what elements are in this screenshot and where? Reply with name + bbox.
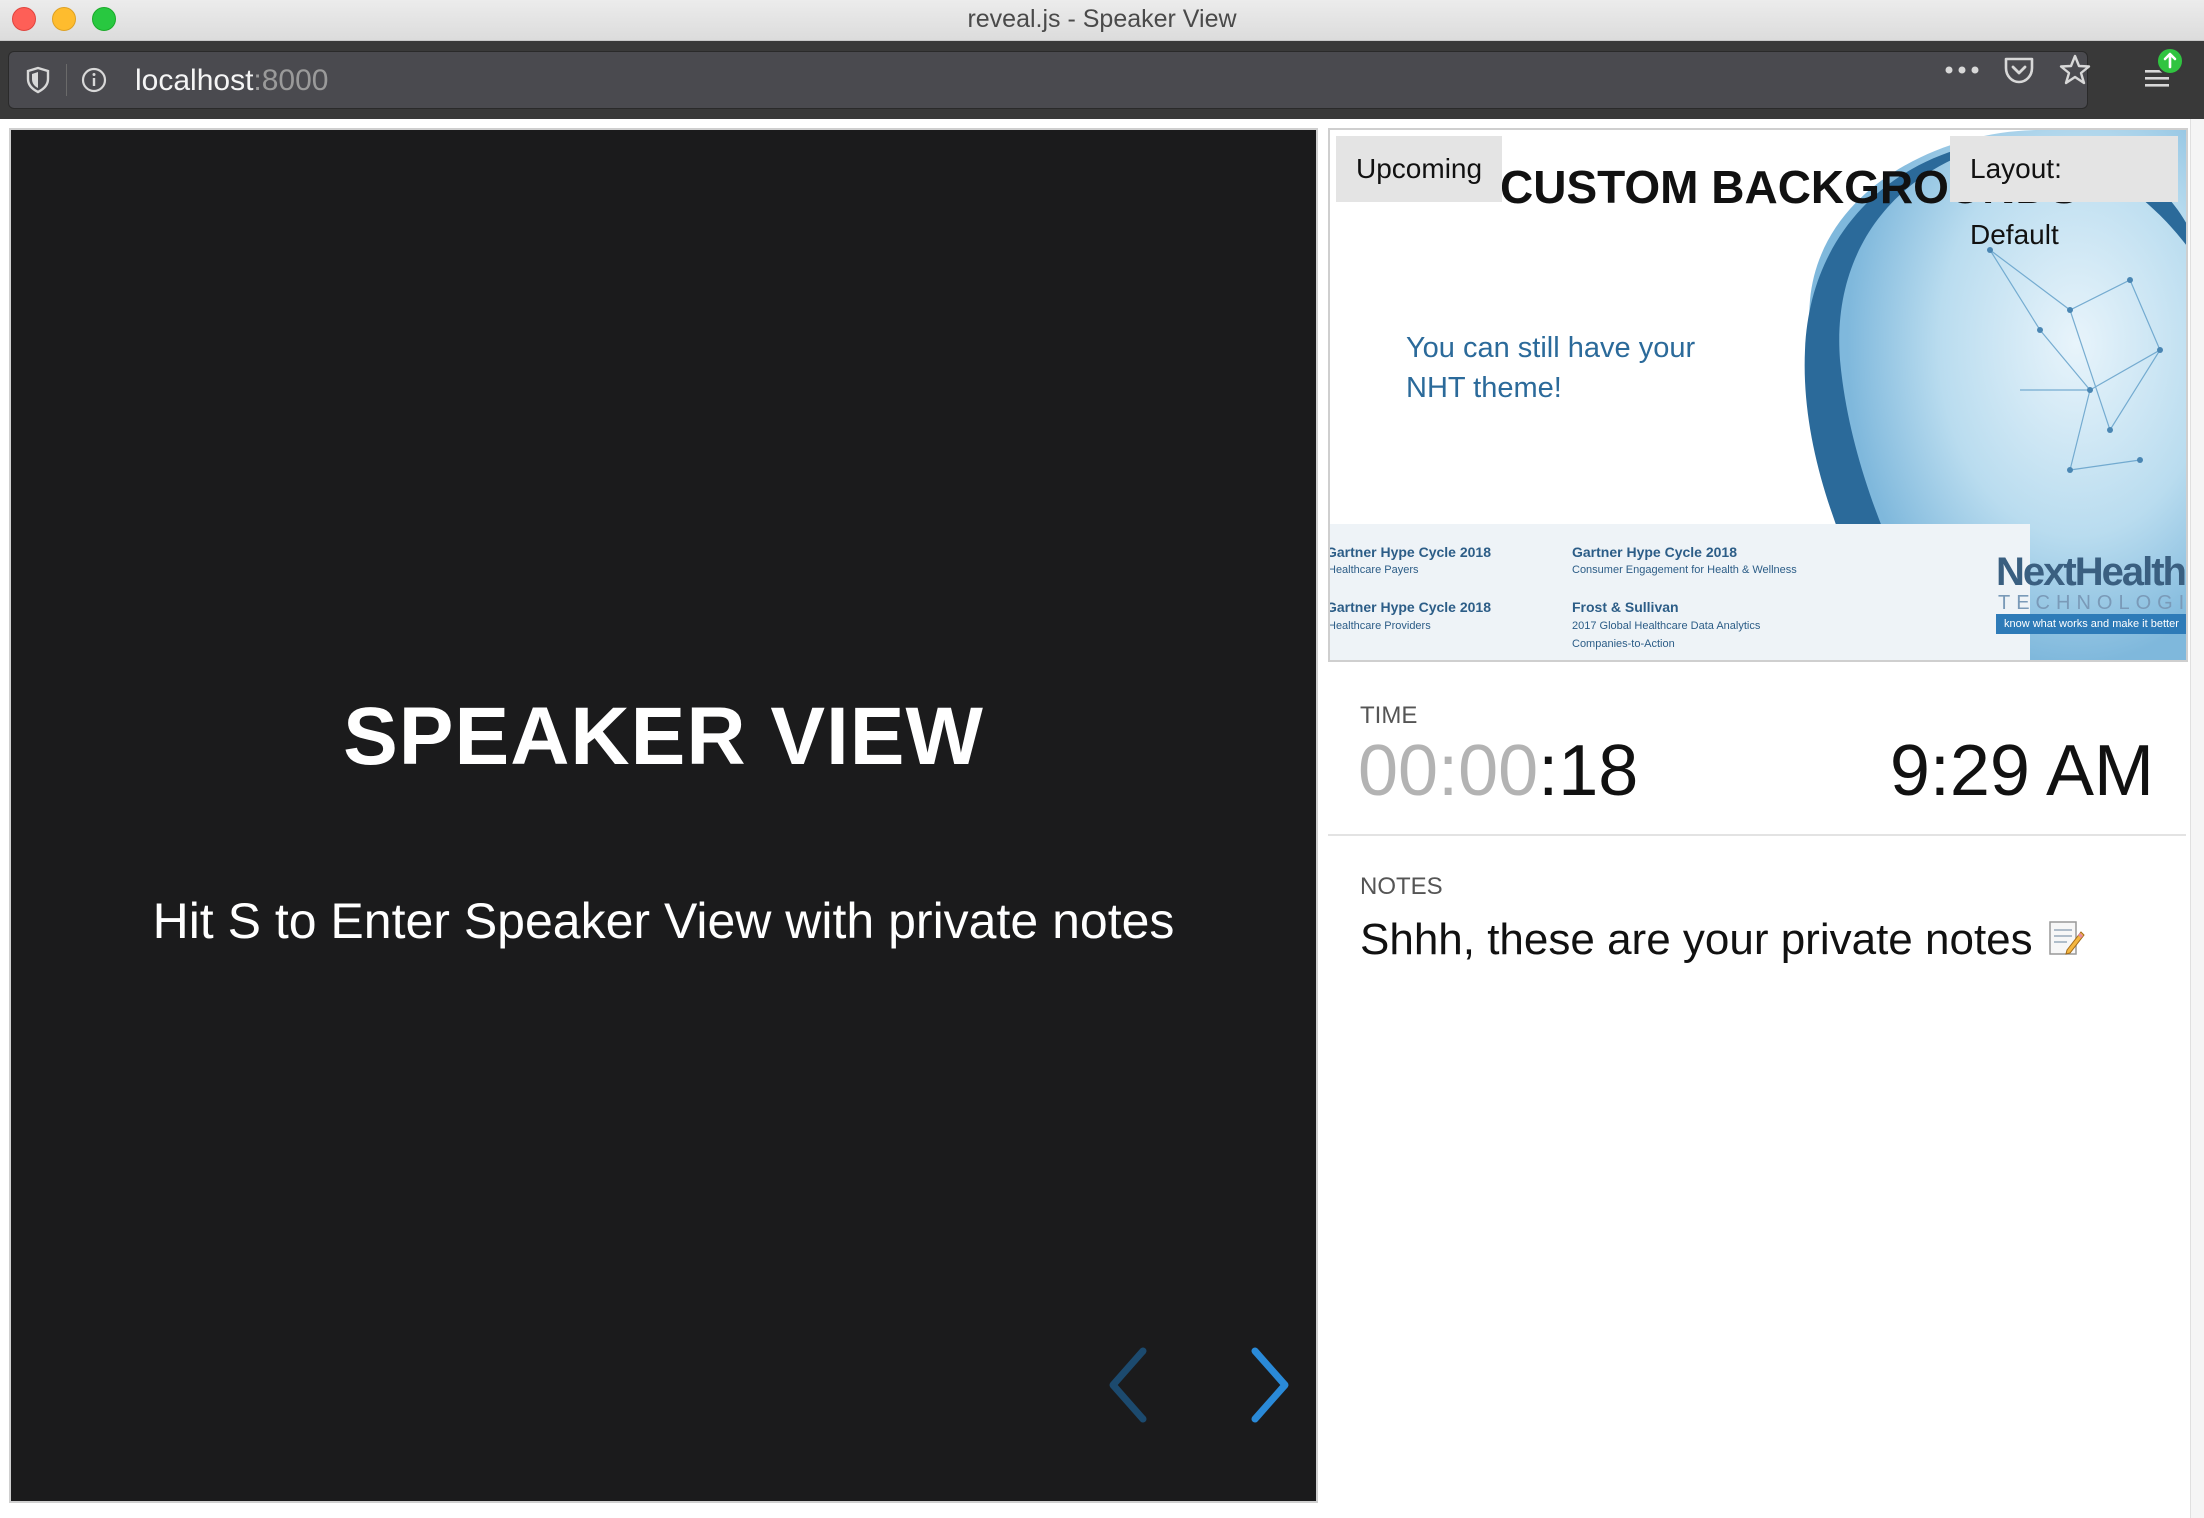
footer-item-subtitle-2: Companies-to-Action	[1572, 638, 1675, 650]
bookmark-star-icon[interactable]	[2058, 53, 2092, 87]
window-title: reveal.js - Speaker View	[967, 5, 1237, 33]
footer-item-subtitle: Consumer Engagement for Health & Wellnes…	[1572, 564, 1797, 576]
speaker-notes: Shhh, these are your private notes	[1360, 915, 2085, 965]
footer-item-title: Gartner Hype Cycle 2018	[1328, 544, 1491, 560]
footer-item-subtitle: 2017 Global Healthcare Data Analytics	[1572, 620, 1761, 632]
slide-subtitle: Hit S to Enter Speaker View with private…	[152, 893, 1175, 949]
shield-icon[interactable]	[23, 65, 53, 95]
upcoming-slide-preview[interactable]: Upcoming Layout: Default CUSTOM BACKGROU…	[1328, 128, 2188, 662]
upcoming-slide-text: You can still have your NHT theme!	[1406, 332, 1696, 404]
info-icon[interactable]	[79, 65, 109, 95]
url-separator	[66, 64, 67, 96]
upcoming-label: Upcoming	[1336, 136, 1502, 202]
nexthealth-logo: NextHealth	[1996, 550, 2186, 594]
timer-seconds: :18	[1538, 731, 1639, 811]
browser-toolbar: localhost:8000	[0, 41, 2204, 119]
timer-hours-minutes: 00:00	[1358, 731, 1539, 811]
upcoming-slide-footer: Gartner Hype Cycle 2018 Healthcare Payer…	[1328, 524, 2030, 660]
nexthealth-logo-tagline: know what works and make it better	[1996, 614, 2186, 634]
url-text[interactable]: localhost:8000	[135, 64, 328, 98]
nexthealth-logo-sub: TECHNOLOGIES	[1998, 592, 2186, 614]
slide-title: SPEAKER VIEW	[343, 691, 984, 782]
window-title-bar: reveal.js - Speaker View	[0, 0, 2204, 41]
footer-item-title: Gartner Hype Cycle 2018	[1572, 544, 1737, 560]
time-label: TIME	[1360, 702, 1418, 729]
elapsed-timer[interactable]: 00:00:18	[1358, 730, 1638, 812]
pocket-icon[interactable]	[2002, 54, 2036, 86]
footer-item-subtitle: Healthcare Payers	[1328, 564, 1419, 576]
notes-section: NOTES Shhh, these are your private notes	[1328, 839, 2186, 1499]
update-available-badge	[2156, 47, 2184, 75]
arrow-up-icon	[2163, 52, 2177, 69]
url-port: :8000	[253, 64, 329, 97]
wall-clock: 9:29 AM	[1889, 731, 2154, 811]
current-slide[interactable]: SPEAKER VIEW Hit S to Enter Speaker View…	[9, 128, 1318, 1503]
url-bar[interactable]: localhost:8000	[8, 51, 2088, 109]
notes-label: NOTES	[1360, 873, 1443, 900]
page-scrollbar[interactable]	[2190, 119, 2204, 1518]
previous-slide-arrow-icon[interactable]	[1103, 1345, 1153, 1425]
more-actions-icon[interactable]	[1944, 65, 1980, 75]
speaker-notes-text: Shhh, these are your private notes	[1360, 915, 2033, 964]
time-section: TIME 00:00:18 9:29 AM	[1328, 674, 2186, 836]
footer-item-title: Gartner Hype Cycle 2018	[1328, 599, 1491, 615]
layout-selector-button[interactable]: Layout: Default	[1950, 136, 2178, 250]
next-slide-arrow-icon[interactable]	[1245, 1345, 1295, 1425]
footer-item-title: Frost & Sullivan	[1572, 599, 1679, 615]
speaker-view-content: SPEAKER VIEW Hit S to Enter Speaker View…	[0, 119, 2204, 1518]
footer-item-subtitle: Healthcare Providers	[1328, 620, 1431, 632]
url-host: localhost	[135, 64, 254, 97]
memo-icon	[2048, 921, 2085, 955]
